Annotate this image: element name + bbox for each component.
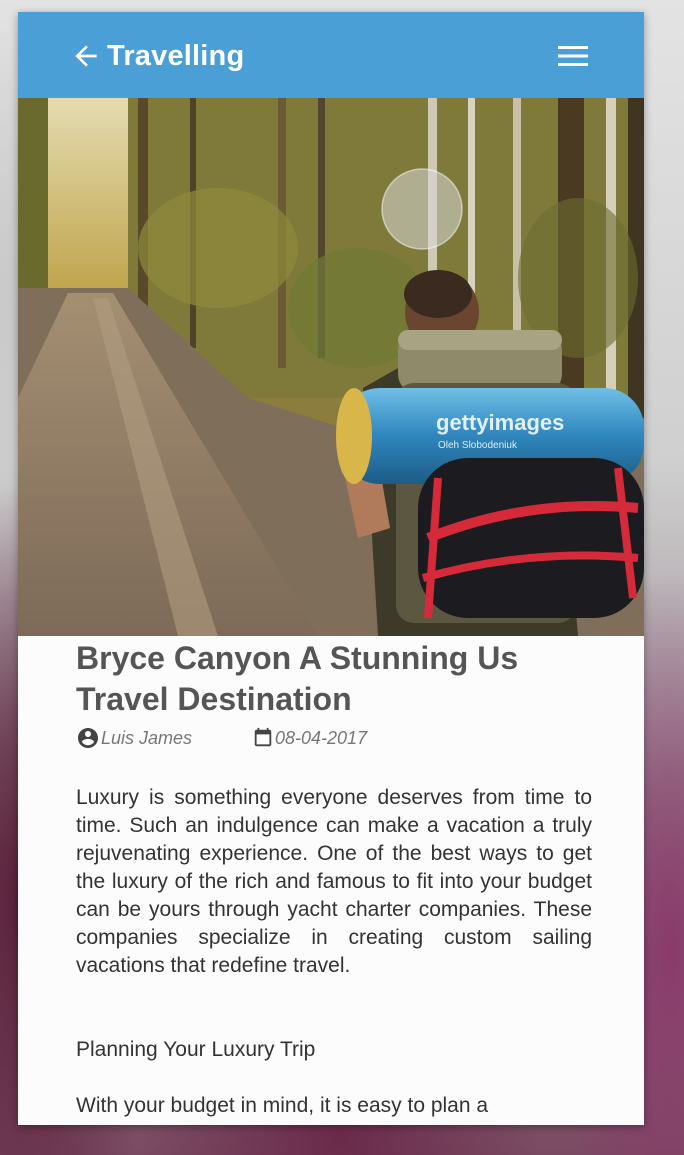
author-name: Luis James (101, 727, 193, 748)
article-date: 08-04-2017 (252, 725, 367, 751)
arrow-left-icon[interactable] (70, 40, 102, 72)
article-paragraph: Luxury is something everyone deserves fr… (76, 786, 592, 977)
date-text: 08-04-2017 (275, 727, 368, 748)
watermark-brand: gettyimages (436, 410, 564, 435)
hero-image: gettyimages Oleh Slobodeniuk (18, 98, 644, 636)
article-subheading: Planning Your Luxury Trip (76, 1038, 316, 1061)
account-circle-icon (78, 728, 98, 748)
hamburger-menu-icon[interactable] (556, 42, 590, 70)
calendar-icon (254, 727, 272, 747)
article-author: Luis James (76, 725, 192, 751)
article-paragraph-continued: With your budget in mind, it is easy to … (76, 1094, 489, 1117)
article-title: Bryce Canyon A Stunning Us Travel Destin… (76, 640, 519, 717)
watermark-credit: Oleh Slobodeniuk (438, 440, 518, 451)
app-bar: Travelling (18, 12, 644, 98)
phone-screen: Travelling gettyimages Oleh Slobodeniuk … (18, 12, 644, 1125)
page-title: Travelling (107, 40, 245, 72)
